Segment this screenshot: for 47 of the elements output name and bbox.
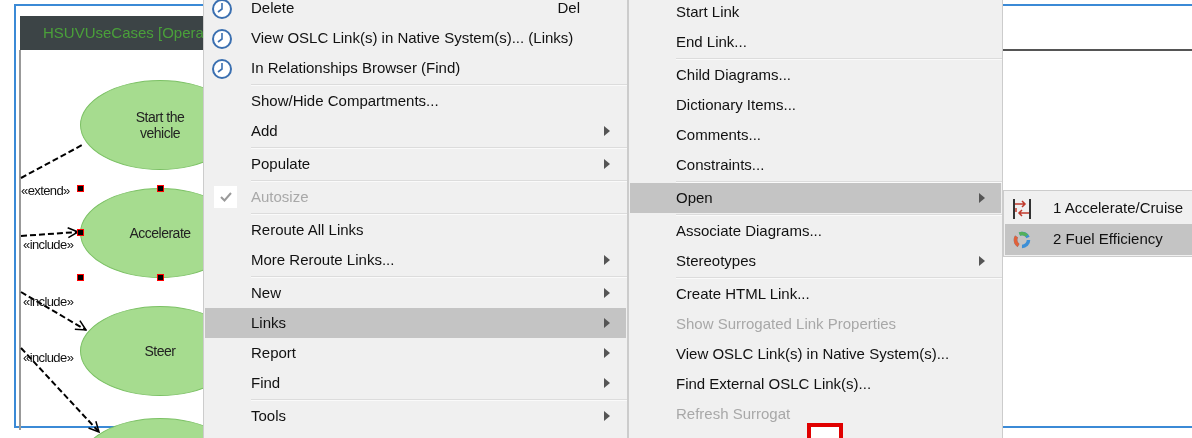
menu-item[interactable]: Populate [205, 149, 626, 179]
selection-handle[interactable] [157, 274, 164, 281]
use-case-label: Start the vehicle [134, 109, 186, 141]
menu-item[interactable]: View OSLC Link(s) in Native System(s)... [630, 339, 1001, 369]
use-case-label: Steer [143, 343, 177, 359]
selection-handle[interactable] [77, 185, 84, 192]
dashed-connector [20, 143, 85, 179]
menu-item[interactable]: Associate Diagrams... [630, 216, 1001, 246]
clock-icon [211, 58, 233, 80]
ring-icon [1012, 229, 1032, 250]
menu-item[interactable]: Find External OSLC Link(s)... [630, 369, 1001, 399]
menu-item[interactable]: Reroute All Links [205, 215, 626, 245]
dashed-connector [20, 291, 87, 331]
menu-item[interactable]: Delete Del [205, 0, 626, 23]
clock-icon [211, 28, 233, 50]
selection-handle[interactable] [77, 274, 84, 281]
menu-item[interactable]: Dictionary Items... [630, 90, 1001, 120]
menu-item[interactable]: Report [205, 338, 626, 368]
menu-item[interactable]: Start Link [630, 0, 1001, 27]
menu-item[interactable]: View OSLC Link(s) in Native System(s)... (Links) [205, 23, 626, 53]
menu-item[interactable]: Find [205, 368, 626, 398]
stereotype-label: «extend» [21, 183, 70, 198]
stereotype-label: «include» [23, 237, 74, 252]
clock-icon [211, 0, 233, 20]
sequence-diagram-icon [1011, 197, 1033, 220]
menu-item[interactable]: 1 Accelerate/Cruise [1005, 193, 1192, 224]
menu-item[interactable]: Show/Hide Compartments... [205, 86, 626, 116]
menu-item[interactable]: Stereotypes [630, 246, 1001, 276]
menu-item[interactable]: 2 Fuel Efficiency [1005, 224, 1192, 255]
menu-item[interactable]: End Link... [630, 27, 1001, 57]
menu-item[interactable]: Add [205, 116, 626, 146]
dashed-connector [20, 226, 79, 239]
menu-item[interactable]: In Relationships Browser (Find) [205, 53, 626, 83]
selection-handle[interactable] [77, 229, 84, 236]
menu-item[interactable]: More Reroute Links... [205, 245, 626, 275]
menu-item[interactable]: Create HTML Link... [630, 279, 1001, 309]
menu-item[interactable]: Links [205, 308, 626, 338]
menu-item[interactable]: Child Diagrams... [630, 60, 1001, 90]
menu-item[interactable]: New [205, 278, 626, 308]
menu-item[interactable]: Constraints... [630, 150, 1001, 180]
menu-item[interactable]: Comments... [630, 120, 1001, 150]
use-case-label: Accelerate [128, 225, 192, 241]
selection-handle[interactable] [157, 185, 164, 192]
stereotype-label: «include» [23, 350, 74, 365]
menu-item[interactable]: Open [630, 183, 1001, 213]
stereotype-label: «include» [23, 294, 74, 309]
menu-item[interactable]: Tools [205, 401, 626, 431]
